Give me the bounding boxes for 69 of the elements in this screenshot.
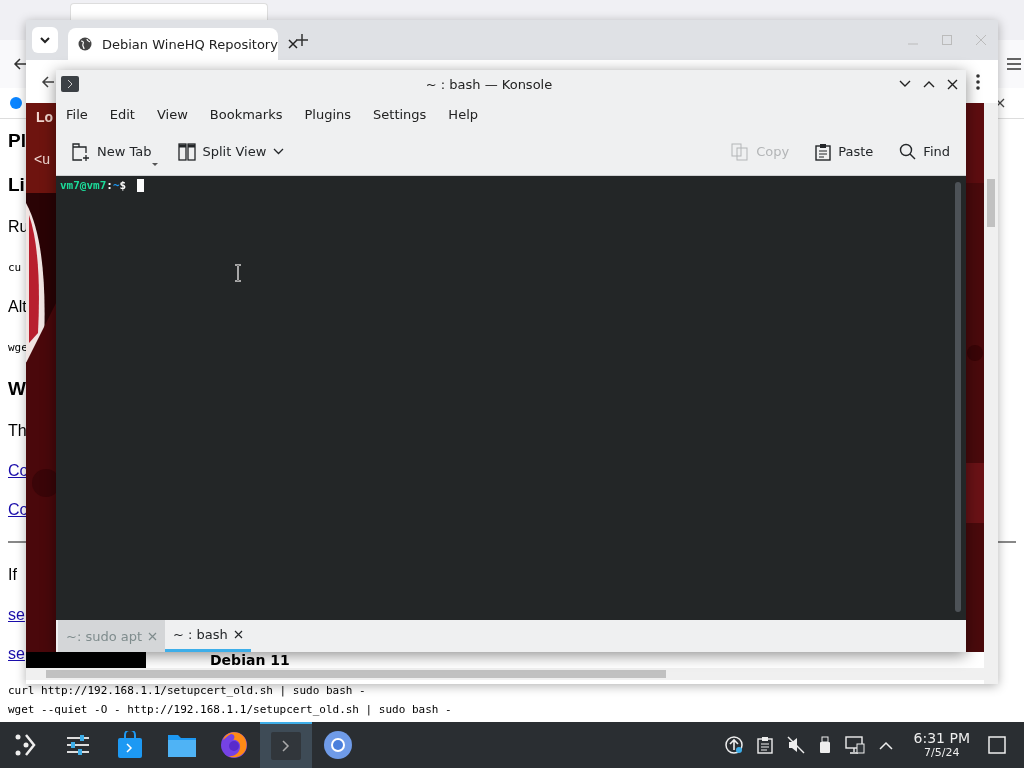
menu-item[interactable]: Help — [448, 106, 478, 122]
browser-icon — [323, 730, 353, 760]
clock[interactable]: 6:31 PM 7/5/24 — [913, 731, 970, 759]
tab-list-icon[interactable] — [32, 27, 58, 53]
terminal-icon — [271, 732, 301, 760]
split-view-icon — [177, 142, 196, 161]
caret-icon[interactable] — [878, 740, 893, 750]
shopping-bag-icon — [117, 731, 143, 759]
horizontal-scrollbar[interactable] — [26, 668, 984, 680]
fox-globe-icon — [219, 730, 249, 760]
page-heading: Li — [8, 173, 25, 197]
globe-icon — [78, 37, 92, 51]
page-heading: Debian 11 — [210, 652, 290, 668]
close-icon[interactable] — [233, 630, 243, 639]
toolbar-button[interactable]: New Tab — [72, 136, 158, 169]
clipboard-icon — [815, 142, 832, 161]
banner-text: <u — [34, 151, 50, 167]
menu-item[interactable]: File — [66, 106, 88, 122]
terminal-area[interactable]: vm7@vm7:~$ — [56, 176, 966, 620]
mouse-cursor-icon — [234, 264, 242, 282]
sliders-icon — [66, 734, 90, 756]
more-icon[interactable] — [976, 73, 980, 90]
close-icon[interactable] — [947, 78, 958, 90]
new-tab-icon — [72, 142, 90, 161]
toolbar-button[interactable]: Paste — [815, 136, 880, 169]
muted-speaker-icon[interactable] — [786, 736, 805, 754]
vertical-scrollbar[interactable] — [984, 103, 998, 684]
command-text: wget --quiet -O - http://192.168.1.1/setupcert_old.sh | sudo bash - — [8, 703, 452, 716]
code-text: cu — [8, 259, 22, 276]
text-cursor — [137, 179, 145, 192]
launcher-icon — [14, 733, 38, 757]
command-text: curl http://192.168.1.1/setupcert_old.sh | sudo bash - — [8, 684, 367, 697]
page-text: If — [8, 565, 17, 585]
new-tab-icon[interactable] — [296, 34, 308, 46]
show-desktop-icon[interactable] — [988, 736, 1006, 754]
folder-icon — [167, 732, 197, 758]
network-icon[interactable] — [844, 736, 865, 754]
banner-text: Lo — [36, 109, 54, 125]
copy-icon — [731, 142, 750, 161]
back-arrow-icon[interactable] — [41, 74, 55, 89]
scrollbar[interactable] — [955, 182, 961, 612]
notice-icon — [10, 97, 22, 109]
page-link[interactable]: se — [8, 644, 25, 663]
update-icon[interactable] — [724, 736, 743, 754]
terminal-icon — [61, 76, 79, 92]
toolbar-button[interactable]: Split View — [177, 136, 291, 169]
minimize-icon[interactable] — [899, 80, 911, 88]
maximize-icon[interactable] — [923, 80, 935, 88]
menu-item[interactable]: Bookmarks — [209, 106, 283, 122]
page-heading: W — [8, 377, 26, 401]
window-title: ~ : bash — Konsole — [424, 76, 554, 92]
page-link[interactable]: se — [8, 605, 25, 624]
back-arrow-icon[interactable] — [13, 57, 27, 71]
toolbar-button[interactable]: Find — [899, 137, 956, 168]
tab-title: Debian WineHQ Repository — [102, 36, 278, 52]
menu-item[interactable]: Edit — [109, 106, 135, 122]
page-text: Th — [8, 421, 27, 441]
usb-drive-icon[interactable] — [818, 736, 831, 754]
menu-icon[interactable] — [1007, 58, 1021, 70]
page-text: Alt — [8, 297, 27, 317]
menu-item[interactable]: Plugins — [304, 106, 352, 122]
menu-item[interactable]: View — [156, 106, 188, 122]
clipboard-icon[interactable] — [756, 736, 773, 754]
page-heading: Pl — [8, 129, 26, 153]
close-icon[interactable] — [287, 39, 298, 49]
search-icon — [899, 143, 917, 160]
prompt-text: vm7@vm7:~$ — [60, 179, 127, 192]
caret-icon — [273, 148, 285, 155]
menu-item[interactable]: Settings — [373, 106, 427, 122]
